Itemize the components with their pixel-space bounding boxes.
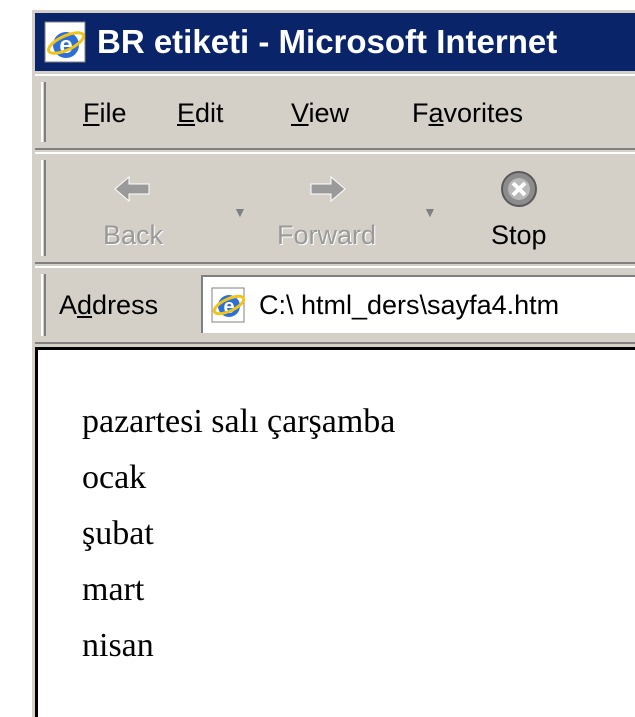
content-line: pazartesi salı çarşamba <box>82 403 396 440</box>
back-dropdown-icon[interactable]: ▼ <box>233 204 247 220</box>
menubar-grip[interactable] <box>41 82 46 142</box>
window-title: BR etiketi - Microsoft Internet <box>97 23 558 60</box>
back-arrow-icon <box>114 175 150 203</box>
content-text: pazartesi salı çarşamba ocak şubat mart … <box>82 394 395 674</box>
back-label: Back <box>103 220 164 250</box>
address-value: C:\ html_ders\sayfa4.htm <box>259 289 560 320</box>
title-bar[interactable]: e BR etiketi - Microsoft Internet <box>35 13 635 71</box>
address-input[interactable]: e C:\ html_ders\sayfa4.htm <box>201 275 635 333</box>
content-line: şubat <box>82 515 154 552</box>
forward-dropdown-icon[interactable]: ▼ <box>423 204 437 220</box>
address-bar: Address e C:\ html_ders\sayfa4.htm <box>35 266 635 344</box>
forward-arrow-icon <box>310 175 346 203</box>
ie-icon: e <box>44 21 86 63</box>
content-line: mart <box>82 571 145 608</box>
toolbar-grip[interactable] <box>41 160 46 256</box>
menu-view[interactable]: View <box>291 98 349 129</box>
addressbar-grip[interactable] <box>41 274 46 336</box>
ie-page-icon: e <box>211 287 246 323</box>
content-line: nisan <box>82 627 154 664</box>
menu-file[interactable]: File <box>83 98 127 129</box>
page-content: pazartesi salı çarşamba ocak şubat mart … <box>35 347 635 717</box>
back-button[interactable]: Back <box>103 164 163 256</box>
content-line: ocak <box>82 459 147 496</box>
menu-favorites[interactable]: Favorites <box>412 98 523 129</box>
tool-bar: Back ▼ Forward ▼ Stop <box>35 152 635 264</box>
stop-icon <box>500 171 537 207</box>
menu-edit[interactable]: Edit <box>177 98 224 129</box>
stop-label: Stop <box>491 220 547 250</box>
menu-bar: File Edit View Favorites <box>35 74 635 150</box>
address-label: Address <box>59 290 159 320</box>
forward-button[interactable]: Forward <box>277 164 376 256</box>
browser-window: e BR etiketi - Microsoft Internet File E… <box>30 8 635 717</box>
stop-button[interactable]: Stop <box>491 164 547 256</box>
forward-label: Forward <box>277 220 377 250</box>
